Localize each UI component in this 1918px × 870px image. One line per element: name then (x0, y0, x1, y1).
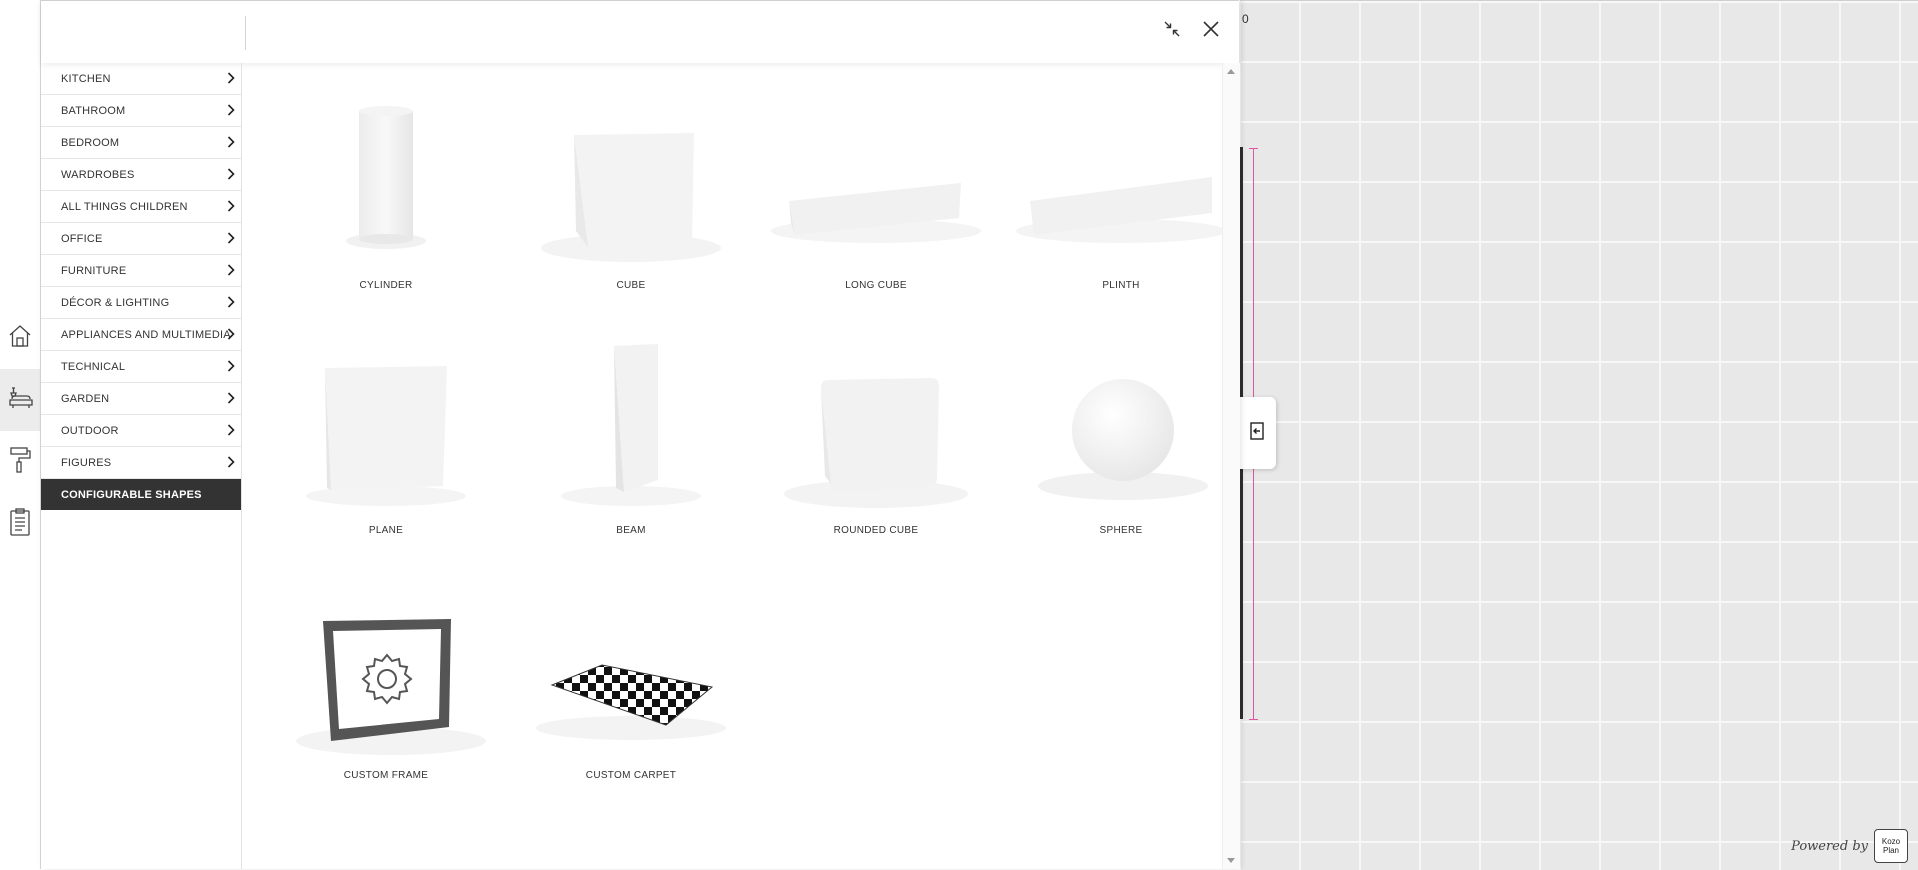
category-item[interactable]: APPLIANCES AND MULTIMEDIA (41, 319, 241, 351)
powered-by-text: Powered by (1791, 838, 1868, 854)
home-icon (7, 323, 33, 354)
shape-label: CUSTOM CARPET (585, 770, 677, 781)
category-item[interactable]: WARDROBES (41, 159, 241, 191)
chevron-right-icon (227, 136, 235, 151)
scroll-down-arrow-icon[interactable] (1227, 858, 1235, 863)
chevron-right-icon (227, 72, 235, 87)
furniture-tool-button[interactable] (0, 369, 40, 431)
category-label: ALL THINGS CHILDREN (61, 200, 188, 213)
plane-thumbnail (271, 318, 501, 518)
custom-carpet-thumbnail (516, 563, 746, 763)
category-item[interactable]: OFFICE (41, 223, 241, 255)
category-item[interactable]: TECHNICAL (41, 351, 241, 383)
category-label: GARDEN (61, 392, 110, 405)
cylinder-thumbnail (271, 73, 501, 273)
close-button[interactable] (1199, 19, 1223, 43)
chevron-right-icon (227, 296, 235, 311)
powered-by-branding: Powered by Kozo Plan (1791, 829, 1908, 863)
chevron-right-icon (227, 232, 235, 247)
catalog-header (41, 0, 1239, 63)
shape-label: CYLINDER (359, 280, 413, 291)
catalog-panel: KITCHEN BATHROOM BEDROOM WARDROBES ALL THING… (41, 0, 1240, 869)
category-item[interactable]: OUTDOOR (41, 415, 241, 447)
canvas-tab-label: 0 (1242, 12, 1249, 26)
category-item[interactable]: KITCHEN (41, 63, 241, 95)
clipboard-icon (8, 507, 32, 542)
rounded-cube-thumbnail (761, 318, 991, 518)
shape-tile[interactable]: CUSTOM FRAME (271, 563, 501, 793)
panel-toggle-icon (1250, 421, 1264, 445)
category-label: KITCHEN (61, 72, 111, 85)
shape-label: LONG CUBE (845, 280, 907, 291)
long-cube-thumbnail (761, 73, 991, 273)
shape-grid: CYLINDER CUBE LONG CUBE PLINTH PLANE BEAM ROUN… (242, 63, 1226, 869)
category-label: OFFICE (61, 232, 103, 245)
shape-tile[interactable]: PLINTH (1006, 73, 1236, 303)
category-item[interactable]: FIGURES (41, 447, 241, 479)
shape-tile[interactable]: CUSTOM CARPET (516, 563, 746, 793)
shape-label: CUSTOM FRAME (343, 770, 429, 781)
home-tool-button[interactable] (0, 307, 40, 369)
category-label: WARDROBES (61, 168, 135, 181)
chevron-right-icon (227, 200, 235, 215)
paint-tool-button[interactable] (0, 431, 40, 493)
category-item[interactable]: BATHROOM (41, 95, 241, 127)
shape-tile[interactable]: SPHERE (1006, 318, 1236, 548)
category-item[interactable]: FURNITURE (41, 255, 241, 287)
shape-label: PLANE (368, 525, 404, 536)
brand-logo: Kozo Plan (1874, 829, 1908, 863)
scroll-up-arrow-icon[interactable] (1227, 69, 1235, 74)
chevron-right-icon (227, 264, 235, 279)
sphere-thumbnail (1006, 318, 1236, 518)
chevron-right-icon (227, 424, 235, 439)
custom-frame-thumbnail (271, 563, 501, 763)
cube-thumbnail (516, 73, 746, 273)
chevron-right-icon (227, 104, 235, 119)
shape-label: SPHERE (1099, 525, 1143, 536)
category-label: BEDROOM (61, 136, 120, 149)
minimize-button[interactable] (1160, 19, 1184, 43)
shape-tile[interactable]: ROUNDED CUBE (761, 318, 991, 548)
floorplan-canvas[interactable] (1240, 0, 1918, 870)
shape-label: PLINTH (1102, 280, 1140, 291)
category-item[interactable]: BEDROOM (41, 127, 241, 159)
category-item[interactable]: CONFIGURABLE SHAPES (41, 479, 241, 510)
category-list: KITCHEN BATHROOM BEDROOM WARDROBES ALL THING… (41, 63, 242, 869)
report-tool-button[interactable] (0, 493, 40, 555)
catalog-scrollbar[interactable] (1222, 63, 1240, 869)
category-label: FURNITURE (61, 264, 127, 277)
category-label: BATHROOM (61, 104, 126, 117)
chevron-right-icon (227, 456, 235, 471)
category-label: APPLIANCES AND MULTIMEDIA (61, 328, 231, 341)
category-label: CONFIGURABLE SHAPES (61, 488, 202, 501)
shape-tile[interactable]: CYLINDER (271, 73, 501, 303)
category-item[interactable]: GARDEN (41, 383, 241, 415)
close-icon (1202, 20, 1220, 43)
chevron-right-icon (227, 392, 235, 407)
chevron-right-icon (227, 328, 235, 343)
chevron-right-icon (227, 360, 235, 375)
category-label: FIGURES (61, 456, 112, 469)
beam-thumbnail (516, 318, 746, 518)
tool-sidebar (0, 0, 41, 869)
shape-label: BEAM (616, 525, 646, 536)
shape-tile[interactable]: LONG CUBE (761, 73, 991, 303)
category-item[interactable]: DÉCOR & LIGHTING (41, 287, 241, 319)
shape-tile[interactable]: PLANE (271, 318, 501, 548)
sofa-icon (6, 384, 34, 417)
shape-label: CUBE (616, 280, 646, 291)
shape-tile[interactable]: BEAM (516, 318, 746, 548)
plinth-thumbnail (1006, 73, 1236, 273)
panel-toggle-button[interactable] (1238, 397, 1276, 469)
category-label: TECHNICAL (61, 360, 126, 373)
chevron-right-icon (227, 168, 235, 183)
shape-label: ROUNDED CUBE (833, 525, 919, 536)
shape-tile[interactable]: CUBE (516, 73, 746, 303)
catalog-search-input[interactable] (41, 16, 246, 50)
category-label: OUTDOOR (61, 424, 119, 437)
minimize-icon (1163, 20, 1181, 43)
paint-roller-icon (7, 445, 33, 480)
category-label: DÉCOR & LIGHTING (61, 296, 170, 309)
category-item[interactable]: ALL THINGS CHILDREN (41, 191, 241, 223)
